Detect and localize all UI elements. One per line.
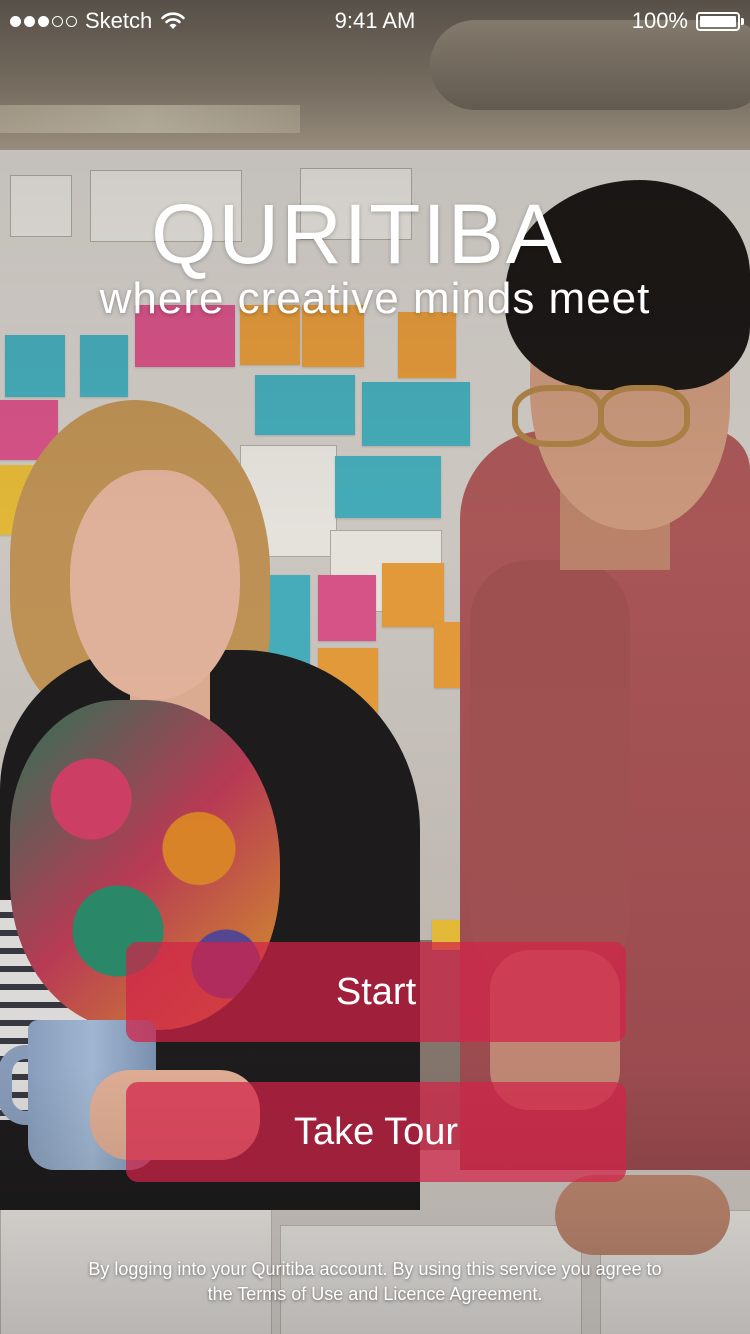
app-tagline: where creative minds meet (99, 274, 651, 323)
battery-percentage: 100% (631, 8, 688, 33)
legal-line-2[interactable]: the Terms of Use and Licence Agreement. (30, 1282, 720, 1307)
app-title: QURITIBA (151, 187, 564, 281)
status-bar: Sketch 9:41 AM 100% (0, 0, 750, 40)
battery-icon (696, 11, 744, 31)
legal-notice: By logging into your Quritiba account. B… (30, 1257, 720, 1307)
status-bar-right: 100% (631, 8, 744, 34)
start-button[interactable]: Start (126, 942, 626, 1042)
take-tour-button[interactable]: Take Tour (126, 1082, 626, 1182)
legal-line-1: By logging into your Quritiba account. B… (88, 1259, 662, 1279)
